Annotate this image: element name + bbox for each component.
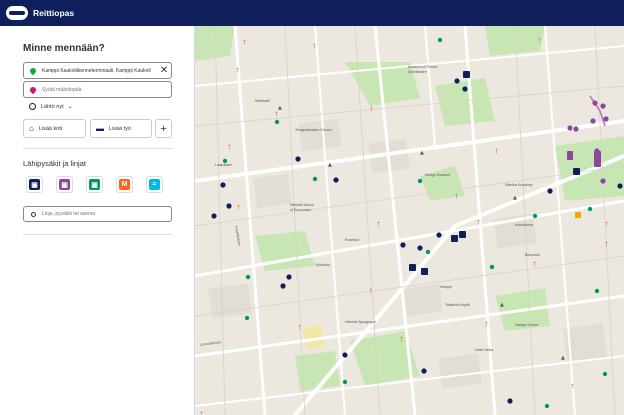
svg-text:†: † [298,324,301,331]
svg-text:Hietalahti: Hietalahti [255,99,270,103]
add-home-label: Lisää koti [38,125,63,132]
app-title: Reittiopas [33,8,75,18]
road [233,26,267,415]
origin-pin-icon [28,66,38,75]
svg-text:Helsinki School: Helsinki School [290,203,314,207]
search-icon [31,211,36,217]
stop-search-input[interactable]: Linja, pysäkki tai asema [42,211,95,217]
mode-tram-button[interactable]: ▣ [56,176,73,193]
svg-text:▲: ▲ [500,302,504,308]
road [424,26,436,147]
svg-text:†: † [533,261,536,268]
home-icon: ⌂ [29,124,34,133]
svg-text:†: † [377,221,380,228]
map-view[interactable]: Museum of Finnish Architecture Temppelia… [195,26,624,415]
metro-icon: M [119,179,130,190]
svg-text:†: † [477,219,480,226]
svg-text:▲: ▲ [561,355,565,361]
svg-text:Kamppi Center: Kamppi Center [515,323,539,327]
svg-text:†: † [538,37,541,44]
add-work-button[interactable]: ▬ Lisää työ [90,119,152,138]
svg-text:Temppeliaukion Church: Temppeliaukion Church [295,128,332,132]
svg-text:†: † [313,43,316,50]
svg-text:Rosebud: Rosebud [345,238,359,242]
mode-ferry-button[interactable]: ≈ [146,176,163,193]
chevron-down-icon[interactable]: ⌄ [68,103,73,110]
time-selector[interactable]: Lähtö nyt ⌄ [29,103,73,110]
svg-text:Kamppi: Kamppi [440,285,452,289]
origin-value[interactable]: Kamppi Kaukoliikenneterminaali, Kamppi K… [42,68,157,74]
svg-text:Museum of Finnish: Museum of Finnish [408,65,438,69]
svg-text:of Economics: of Economics [290,208,311,212]
origin-field[interactable]: Kamppi Kaukoliikenneterminaali, Kamppi K… [23,62,172,79]
svg-text:†: † [400,336,403,343]
route-search-panel: Minne mennään? Kamppi Kaukoliikennetermi… [0,26,195,415]
svg-text:▲: ▲ [278,105,282,111]
briefcase-icon: ▬ [96,124,104,133]
tram-icon: ▣ [59,179,70,190]
destination-input[interactable]: Syötä määränpää [42,87,171,93]
svg-text:†: † [369,288,372,295]
svg-text:Bulevardi: Bulevardi [525,253,540,257]
svg-text:†: † [237,204,240,211]
clear-origin-icon[interactable]: ✕ [157,65,171,76]
svg-text:Sibelius Academy: Sibelius Academy [505,183,533,187]
plus-icon: + [160,122,167,135]
svg-text:†: † [495,148,498,155]
stop-search-field[interactable]: Linja, pysäkki tai asema [23,206,172,222]
svg-text:Hotel Helka: Hotel Helka [475,348,493,352]
svg-text:Design Museum: Design Museum [425,173,450,177]
svg-text:Lasipalatsi: Lasipalatsi [215,163,232,167]
svg-text:†: † [228,144,231,151]
svg-text:†: † [236,67,239,74]
bus-icon: ▣ [29,179,40,190]
divider [23,234,172,235]
svg-text:†: † [605,241,608,248]
svg-text:Fredrikinkatu: Fredrikinkatu [234,225,241,246]
svg-text:†: † [605,221,608,228]
svg-text:Helsinki Synagogue: Helsinki Synagogue [345,320,376,324]
svg-text:Yrjönkatu: Yrjönkatu [315,263,330,267]
add-home-button[interactable]: ⌂ Lisää koti [23,119,86,138]
divider [23,148,172,149]
top-bar: Reittiopas [0,0,624,26]
park-area [420,166,465,201]
svg-text:Architecture: Architecture [408,70,427,74]
svg-text:Lönnrotinkatu: Lönnrotinkatu [200,340,222,347]
svg-text:▲: ▲ [420,150,424,156]
add-favorite-button[interactable]: + [155,119,172,138]
time-option-label[interactable]: Lähtö nyt [41,104,64,110]
svg-text:†: † [243,39,246,46]
train-icon: ▣ [89,179,100,190]
road [544,26,576,415]
svg-text:†: † [275,111,278,118]
svg-text:Taidekoti Kirpilä: Taidekoti Kirpilä [445,303,470,307]
add-work-label: Lisää työ [109,125,132,132]
svg-text:▲: ▲ [513,195,517,201]
svg-text:▲: ▲ [328,162,332,168]
svg-text:†: † [485,321,488,328]
park-area [435,78,495,126]
transport-mode-list: ▣ ▣ ▣ M ≈ [26,176,163,193]
clock-icon [29,103,36,110]
svg-text:†: † [370,106,373,113]
map-canvas[interactable]: Museum of Finnish Architecture Temppelia… [195,26,624,415]
nearby-heading: Lähipysäkit ja linjat [23,159,86,168]
svg-text:†: † [200,411,203,415]
svg-text:Kolmikulma: Kolmikulma [515,223,533,227]
ferry-icon: ≈ [149,179,160,190]
panel-heading: Minne mennään? [23,43,105,54]
mode-train-button[interactable]: ▣ [86,176,103,193]
destination-pin-icon [28,85,38,94]
hsl-logo[interactable] [6,6,28,20]
svg-text:†: † [455,193,458,200]
mode-bus-button[interactable]: ▣ [26,176,43,193]
svg-text:†: † [571,383,574,390]
mode-metro-button[interactable]: M [116,176,133,193]
destination-field[interactable]: Syötä määränpää [23,81,172,98]
